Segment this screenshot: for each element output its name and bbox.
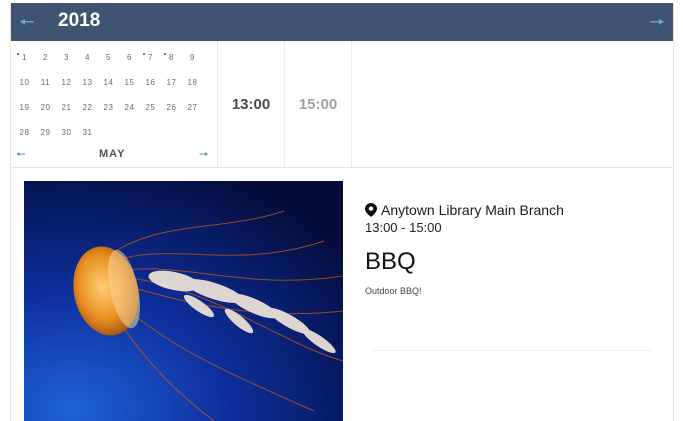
calendar-day[interactable]: 31 <box>77 124 98 141</box>
calendar-day[interactable]: 7 <box>140 49 161 66</box>
calendar-day[interactable]: 9 <box>182 49 203 66</box>
event-details: Anytown Library Main Branch 13:00 - 15:0… <box>365 201 655 296</box>
location-text: Anytown Library Main Branch <box>381 202 564 218</box>
month-label: MAY <box>99 148 126 160</box>
calendar-day[interactable]: 6 <box>119 49 140 66</box>
mini-calendar: 1 2 3 4 5 6 7 8 9 10 11 12 13 14 15 16 17 18 19 20 21 22 23 24 2… <box>11 41 218 167</box>
year-header: 🠔 2018 🠖 <box>11 3 673 41</box>
calendar-day[interactable]: 29 <box>35 124 56 141</box>
calendar-day[interactable]: 5 <box>98 49 119 66</box>
calendar-day[interactable]: 18 <box>182 74 203 91</box>
calendar-day[interactable]: 21 <box>56 99 77 116</box>
prev-month-arrow-icon[interactable]: 🠔 <box>16 146 26 165</box>
calendar-day[interactable]: 17 <box>161 74 182 91</box>
calendar-day[interactable]: 25 <box>140 99 161 116</box>
calendar-day[interactable]: 27 <box>182 99 203 116</box>
next-month-arrow-icon[interactable]: 🠖 <box>199 146 209 165</box>
event-description: Outdoor BBQ! <box>365 286 422 296</box>
calendar-day[interactable]: 20 <box>35 99 56 116</box>
calendar-day[interactable]: 30 <box>56 124 77 141</box>
event-time-range: 13:00 - 15:00 <box>365 220 442 235</box>
calendar-day[interactable]: 28 <box>14 124 35 141</box>
year-label: 2018 <box>58 10 101 31</box>
month-navigation: 🠔 MAY 🠖 <box>11 145 217 165</box>
events-widget: 🠔 2018 🠖 1 2 3 4 5 6 7 8 9 10 11 12 13 14 15 16 17 18 19 20… <box>10 3 674 421</box>
calendar-day[interactable]: 24 <box>119 99 140 116</box>
calendar-day[interactable]: 26 <box>161 99 182 116</box>
calendar-day[interactable]: 23 <box>98 99 119 116</box>
calendar-day[interactable]: 16 <box>140 74 161 91</box>
calendar-day[interactable]: 4 <box>77 49 98 66</box>
calendar-day[interactable]: 14 <box>98 74 119 91</box>
prev-year-arrow-icon[interactable]: 🠔 <box>19 10 35 40</box>
calendar-day[interactable]: 22 <box>77 99 98 116</box>
event-title[interactable]: BBQ <box>365 248 655 276</box>
calendar-day[interactable]: 8 <box>161 49 182 66</box>
calendar-days-grid: 1 2 3 4 5 6 7 8 9 10 11 12 13 14 15 16 17 18 19 20 21 22 23 24 2… <box>14 49 203 141</box>
calendar-day[interactable]: 1 <box>14 49 35 66</box>
time-slot-start[interactable]: 13:00 <box>218 41 285 167</box>
time-slot-end[interactable]: 15:00 <box>285 41 352 167</box>
calendar-day[interactable]: 13 <box>77 74 98 91</box>
calendar-day[interactable]: 2 <box>35 49 56 66</box>
calendar-day[interactable]: 11 <box>35 74 56 91</box>
event-image <box>24 181 343 421</box>
calendar-day[interactable]: 12 <box>56 74 77 91</box>
event-location[interactable]: Anytown Library Main Branch <box>365 201 655 219</box>
section-divider <box>11 167 673 168</box>
calendar-day[interactable]: 15 <box>119 74 140 91</box>
next-year-arrow-icon[interactable]: 🠖 <box>649 10 665 40</box>
calendar-day[interactable]: 10 <box>14 74 35 91</box>
calendar-day[interactable]: 19 <box>14 99 35 116</box>
event-separator <box>371 350 653 351</box>
calendar-day[interactable]: 3 <box>56 49 77 66</box>
map-pin-icon <box>365 203 377 217</box>
